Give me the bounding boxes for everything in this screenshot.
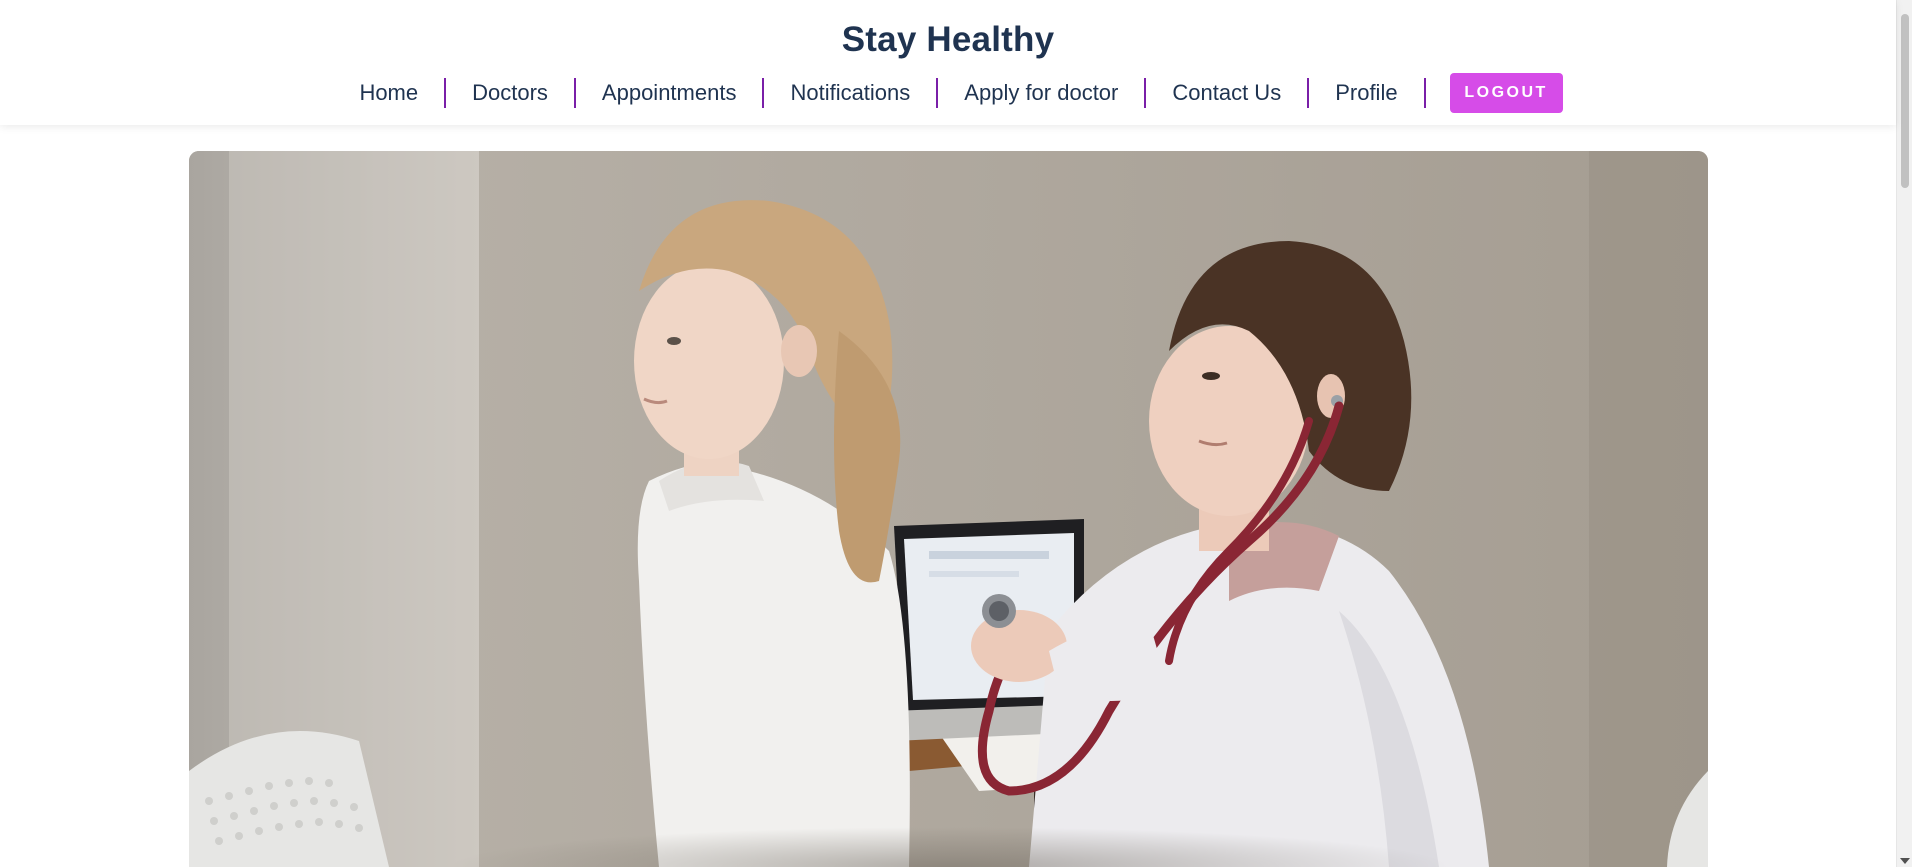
hero-image (189, 151, 1708, 867)
page-scrollbar[interactable] (1896, 0, 1912, 867)
main-nav: Home Doctors Appointments Notifications … (0, 73, 1896, 113)
logout-button[interactable]: LOGOUT (1449, 73, 1563, 113)
scrollbar-thumb[interactable] (1901, 14, 1909, 188)
nav-item-appointments[interactable]: Appointments (576, 80, 763, 106)
nav-item-contact-us[interactable]: Contact Us (1146, 80, 1307, 106)
doctor-examining-child-illustration (189, 151, 1708, 867)
nav-item-apply-for-doctor[interactable]: Apply for doctor (938, 80, 1144, 106)
nav-separator (1423, 78, 1426, 108)
scroll-down-arrow-icon[interactable] (1900, 858, 1910, 864)
nav-item-home[interactable]: Home (333, 80, 444, 106)
navbar: Stay Healthy Home Doctors Appointments N… (0, 0, 1896, 125)
nav-item-notifications[interactable]: Notifications (764, 80, 936, 106)
nav-item-doctors[interactable]: Doctors (446, 80, 574, 106)
nav-item-profile[interactable]: Profile (1309, 80, 1423, 106)
brand-title[interactable]: Stay Healthy (0, 20, 1896, 60)
